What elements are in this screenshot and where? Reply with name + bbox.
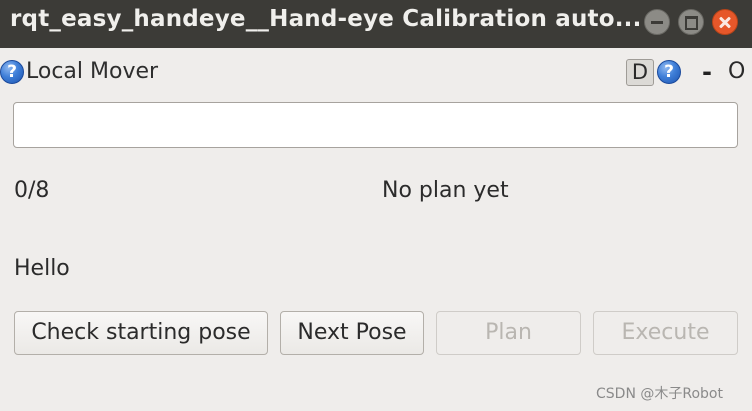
dock-d-button[interactable]: D (626, 59, 654, 86)
app-window: rqt_easy_handeye__Hand-eye Calibration a… (0, 0, 752, 411)
check-starting-pose-button[interactable]: Check starting pose (14, 311, 268, 355)
plugin-title: Local Mover (26, 59, 159, 84)
text-input[interactable] (13, 102, 738, 148)
close-icon[interactable] (712, 9, 738, 35)
dock-minimize-button[interactable]: - (702, 58, 712, 86)
plan-status-label: No plan yet (382, 178, 509, 203)
execute-button[interactable]: Execute (593, 311, 738, 355)
minimize-icon[interactable] (644, 9, 670, 35)
help-icon[interactable]: ? (657, 60, 681, 84)
dock-title-bar: ? Local Mover D ? - O (0, 48, 752, 98)
window-title: rqt_easy_handeye__Hand-eye Calibration a… (10, 6, 642, 32)
plan-button[interactable]: Plan (436, 311, 581, 355)
dock-options-button[interactable]: O (728, 59, 745, 84)
status-message: Hello (14, 256, 70, 281)
help-icon[interactable]: ? (0, 60, 24, 84)
title-bar[interactable]: rqt_easy_handeye__Hand-eye Calibration a… (0, 0, 752, 48)
next-pose-button[interactable]: Next Pose (280, 311, 424, 355)
watermark: CSDN @木子Robot (596, 386, 723, 402)
pose-progress-label: 0/8 (14, 178, 50, 203)
maximize-icon[interactable] (678, 9, 704, 35)
